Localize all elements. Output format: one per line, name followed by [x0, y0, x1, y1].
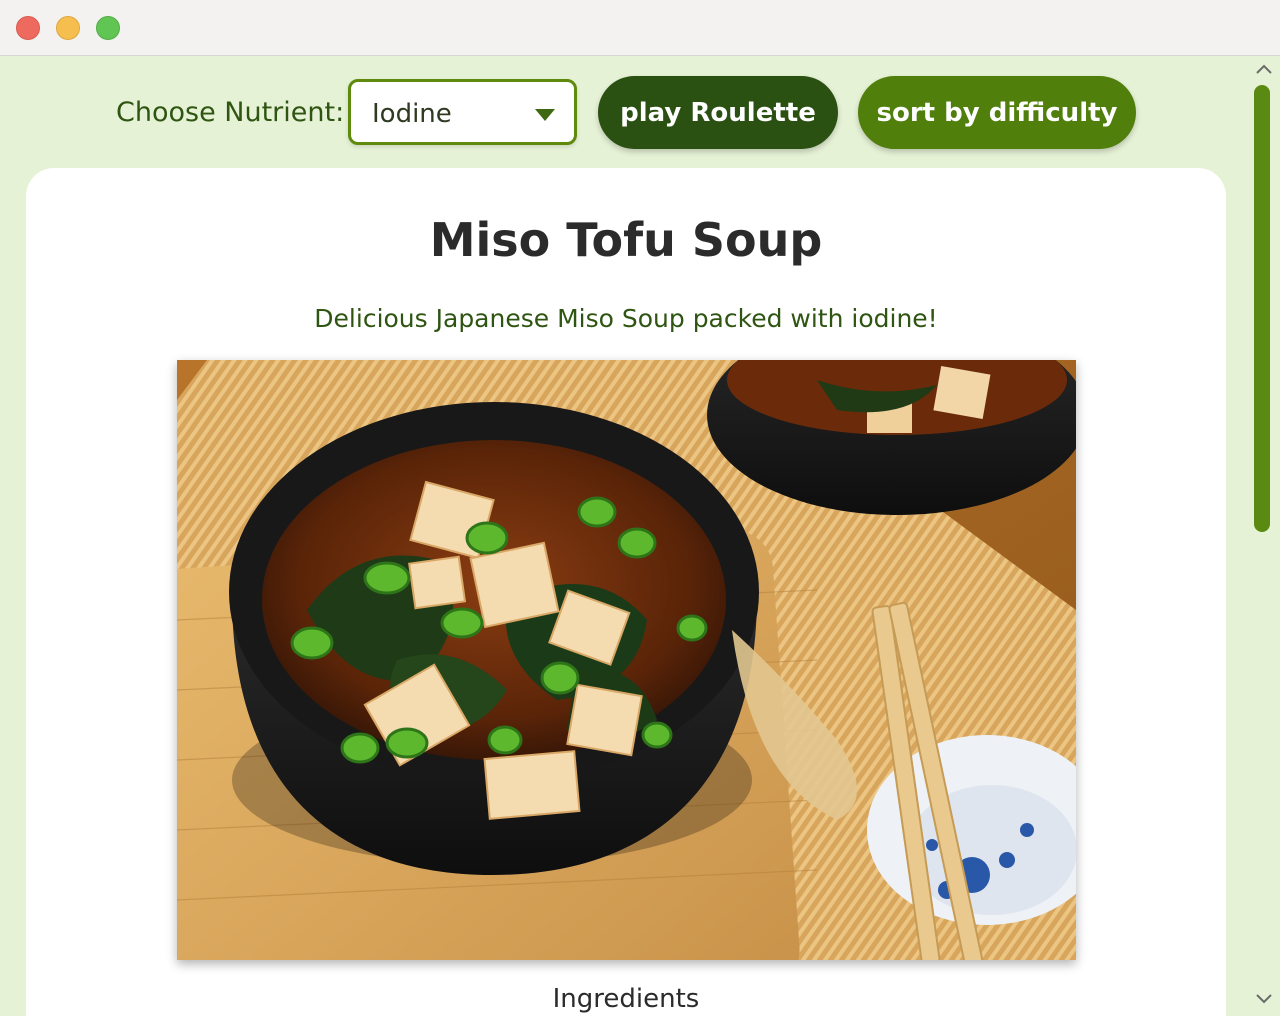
recipe-description: Delicious Japanese Miso Soup packed with… — [314, 304, 938, 333]
maximize-window-button[interactable] — [96, 16, 120, 40]
nutrient-selected-value: Iodine — [372, 99, 452, 129]
vertical-scrollbar[interactable] — [1248, 57, 1280, 1016]
window-titlebar — [0, 0, 1280, 56]
scrollbar-thumb[interactable] — [1254, 85, 1270, 532]
dropdown-arrow-icon — [535, 109, 555, 121]
play-roulette-button[interactable]: play Roulette — [598, 76, 838, 149]
sort-by-difficulty-button[interactable]: sort by difficulty — [858, 76, 1136, 149]
recipe-card: Miso Tofu Soup Delicious Japanese Miso S… — [26, 168, 1226, 1016]
recipe-photo — [177, 360, 1076, 960]
close-window-button[interactable] — [16, 16, 40, 40]
app-content: Choose Nutrient: Iodine play Roulette so… — [0, 57, 1280, 1016]
minimize-window-button[interactable] — [56, 16, 80, 40]
scroll-down-arrow-icon[interactable] — [1254, 991, 1274, 1007]
ingredients-heading: Ingredients — [552, 984, 700, 1014]
recipe-title: Miso Tofu Soup — [429, 213, 823, 267]
nutrient-label: Choose Nutrient: — [116, 97, 345, 128]
scroll-up-arrow-icon[interactable] — [1254, 61, 1274, 77]
nutrient-select[interactable]: Iodine — [348, 79, 577, 145]
